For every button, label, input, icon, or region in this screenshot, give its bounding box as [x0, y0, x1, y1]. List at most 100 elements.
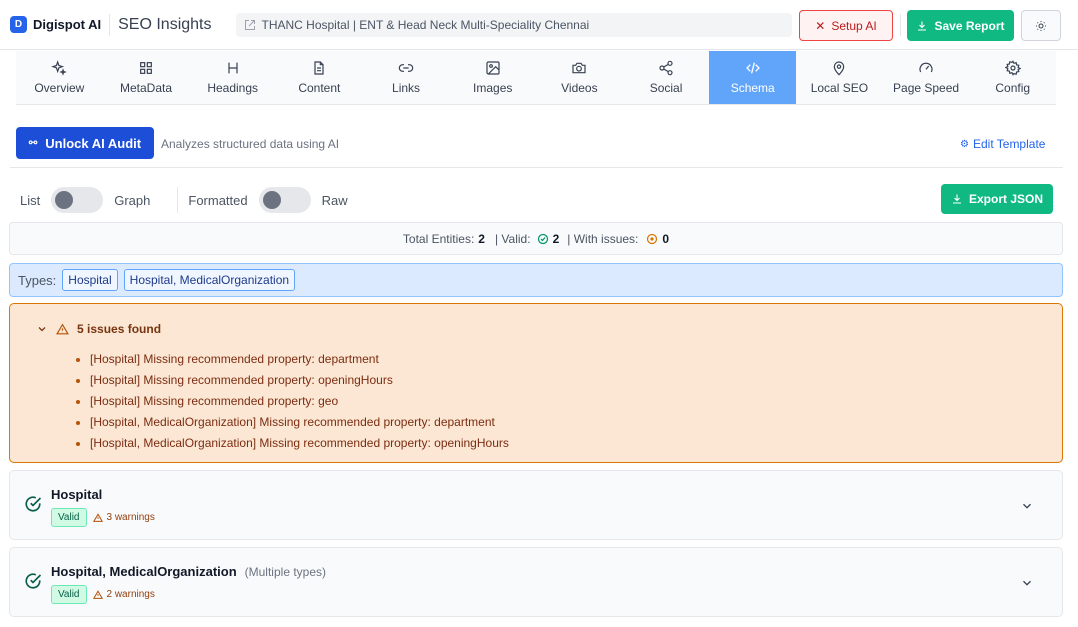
edit-template-label: Edit Template: [972, 137, 1046, 151]
audit-description: Analyzes structured data using AI: [161, 137, 340, 151]
type-chip[interactable]: Hospital: [62, 269, 118, 291]
check-circle-icon: [25, 573, 42, 589]
issues-value: 0: [662, 231, 670, 246]
warnings-label: 2 warnings: [106, 589, 155, 600]
unlock-ai-audit-button[interactable]: ⚯ Unlock AI Audit: [16, 127, 154, 159]
tab-label: MetaData: [119, 81, 173, 95]
brand-name: Digispot AI: [33, 17, 102, 32]
issue-item: [Hospital, MedicalOrganization] Missing …: [90, 436, 1036, 457]
issues-list: [Hospital] Missing recommended property:…: [90, 352, 1036, 457]
tab-images[interactable]: Images: [449, 51, 536, 104]
entity-title: Hospital: [51, 487, 102, 502]
tab-bar: Overview MetaData Headings Content Links…: [16, 51, 1056, 105]
tab-schema[interactable]: Schema: [709, 51, 797, 104]
close-icon: ✕: [815, 18, 826, 33]
issue-item: [Hospital, MedicalOrganization] Missing …: [90, 415, 1036, 436]
section-divider: [10, 167, 1063, 168]
tab-local-seo[interactable]: Local SEO: [796, 51, 883, 104]
header-divider-right: [900, 14, 901, 36]
theme-toggle-button[interactable]: [1021, 10, 1061, 41]
entity-name: Hospital: [51, 487, 103, 502]
valid-badge: Valid: [51, 585, 87, 604]
tab-overview[interactable]: Overview: [16, 51, 103, 104]
share-icon: [659, 60, 673, 76]
download-icon: [952, 194, 961, 204]
toggle-knob: [55, 191, 74, 209]
app-title: SEO Insights: [118, 15, 212, 33]
issue-item: [Hospital] Missing recommended property:…: [90, 373, 1036, 394]
issue-item: [Hospital] Missing recommended property:…: [90, 394, 1036, 415]
toggle-knob: [262, 191, 281, 209]
setup-ai-label: Setup AI: [831, 18, 877, 33]
chevron-down-icon[interactable]: [1020, 499, 1034, 513]
tab-label: Content: [298, 81, 341, 95]
issue-item: [Hospital] Missing recommended property:…: [90, 352, 1036, 373]
tab-links[interactable]: Links: [363, 51, 450, 104]
save-report-button[interactable]: Save Report: [907, 10, 1014, 41]
formatted-raw-toggle[interactable]: [258, 187, 311, 213]
export-label: Export JSON: [968, 192, 1043, 206]
tab-videos[interactable]: Videos: [536, 51, 623, 104]
gear-icon: [1004, 60, 1021, 76]
link-icon: ⚯: [28, 137, 38, 149]
setup-ai-button[interactable]: ✕ Setup AI: [799, 10, 893, 41]
entity-summary: Total Entities: 2 | Valid: 2 | With issu…: [9, 222, 1063, 255]
external-link-icon: [244, 19, 255, 30]
download-icon: [918, 21, 927, 31]
edit-template-link[interactable]: ⚙ Edit Template: [960, 137, 1045, 151]
tab-headings[interactable]: Headings: [189, 51, 276, 104]
warnings-count: 2 warnings: [92, 589, 155, 600]
tab-label: Page Speed: [893, 81, 960, 95]
valid-value: 2: [552, 231, 560, 246]
types-bar: Types: Hospital Hospital, MedicalOrganiz…: [9, 263, 1063, 297]
code-icon: [745, 62, 760, 74]
entity-card-hospital[interactable]: Hospital Valid 3 warnings: [9, 470, 1063, 540]
logo-icon: D: [10, 16, 27, 33]
tab-label: Images: [473, 81, 513, 95]
entity-card-hospital-medicalorganization[interactable]: Hospital, MedicalOrganization (Multiple …: [9, 547, 1063, 617]
tab-label: Overview: [34, 81, 85, 95]
camera-icon: [572, 62, 586, 74]
raw-label: Raw: [321, 192, 348, 208]
type-chip[interactable]: Hospital, MedicalOrganization: [123, 269, 296, 291]
export-json-button[interactable]: Export JSON: [941, 184, 1053, 214]
formatted-label: Formatted: [188, 192, 248, 208]
toggle-divider: [177, 187, 179, 213]
tab-label: Headings: [207, 81, 259, 95]
valid-badge: Valid: [51, 508, 87, 527]
gear-icon: ⚙: [960, 138, 969, 150]
warning-icon: [92, 512, 103, 522]
tab-content[interactable]: Content: [276, 51, 363, 104]
valid-label: | Valid:: [494, 231, 531, 246]
entity-title: Hospital, MedicalOrganization (Multiple …: [51, 564, 326, 579]
tab-label: Local SEO: [810, 81, 869, 95]
check-circle-icon: [537, 233, 548, 244]
tab-config[interactable]: Config: [969, 51, 1056, 104]
entity-note: (Multiple types): [244, 565, 326, 579]
types-label: Types:: [18, 272, 57, 288]
warnings-label: 3 warnings: [106, 512, 155, 523]
warnings-count: 3 warnings: [92, 512, 155, 523]
issues-label: | With issues:: [567, 231, 639, 246]
unlock-label: Unlock AI Audit: [45, 135, 142, 151]
gauge-icon: [919, 62, 933, 73]
warning-icon: [56, 322, 69, 334]
chevron-down-icon: [38, 327, 46, 332]
tab-label: Schema: [730, 81, 775, 95]
list-graph-toggle[interactable]: [51, 187, 104, 213]
total-label: Total Entities:: [402, 231, 475, 246]
sun-icon: [1036, 20, 1046, 31]
page-title: THANC Hospital | ENT & Head Neck Multi-S…: [261, 17, 590, 32]
warning-icon: [92, 589, 103, 599]
tab-metadata[interactable]: MetaData: [103, 51, 190, 104]
chevron-down-icon[interactable]: [1020, 576, 1034, 590]
view-toggles: List Graph Formatted Raw: [20, 186, 348, 214]
tab-social[interactable]: Social: [623, 51, 710, 104]
issues-header[interactable]: 5 issues found: [36, 322, 1036, 336]
tab-page-speed[interactable]: Page Speed: [883, 51, 970, 104]
tab-label: Videos: [561, 81, 598, 95]
page-url-bar[interactable]: THANC Hospital | ENT & Head Neck Multi-S…: [235, 12, 792, 37]
issues-panel: 5 issues found [Hospital] Missing recomm…: [9, 303, 1063, 463]
entity-meta: Valid 3 warnings: [51, 508, 155, 527]
graph-label: Graph: [114, 192, 151, 208]
